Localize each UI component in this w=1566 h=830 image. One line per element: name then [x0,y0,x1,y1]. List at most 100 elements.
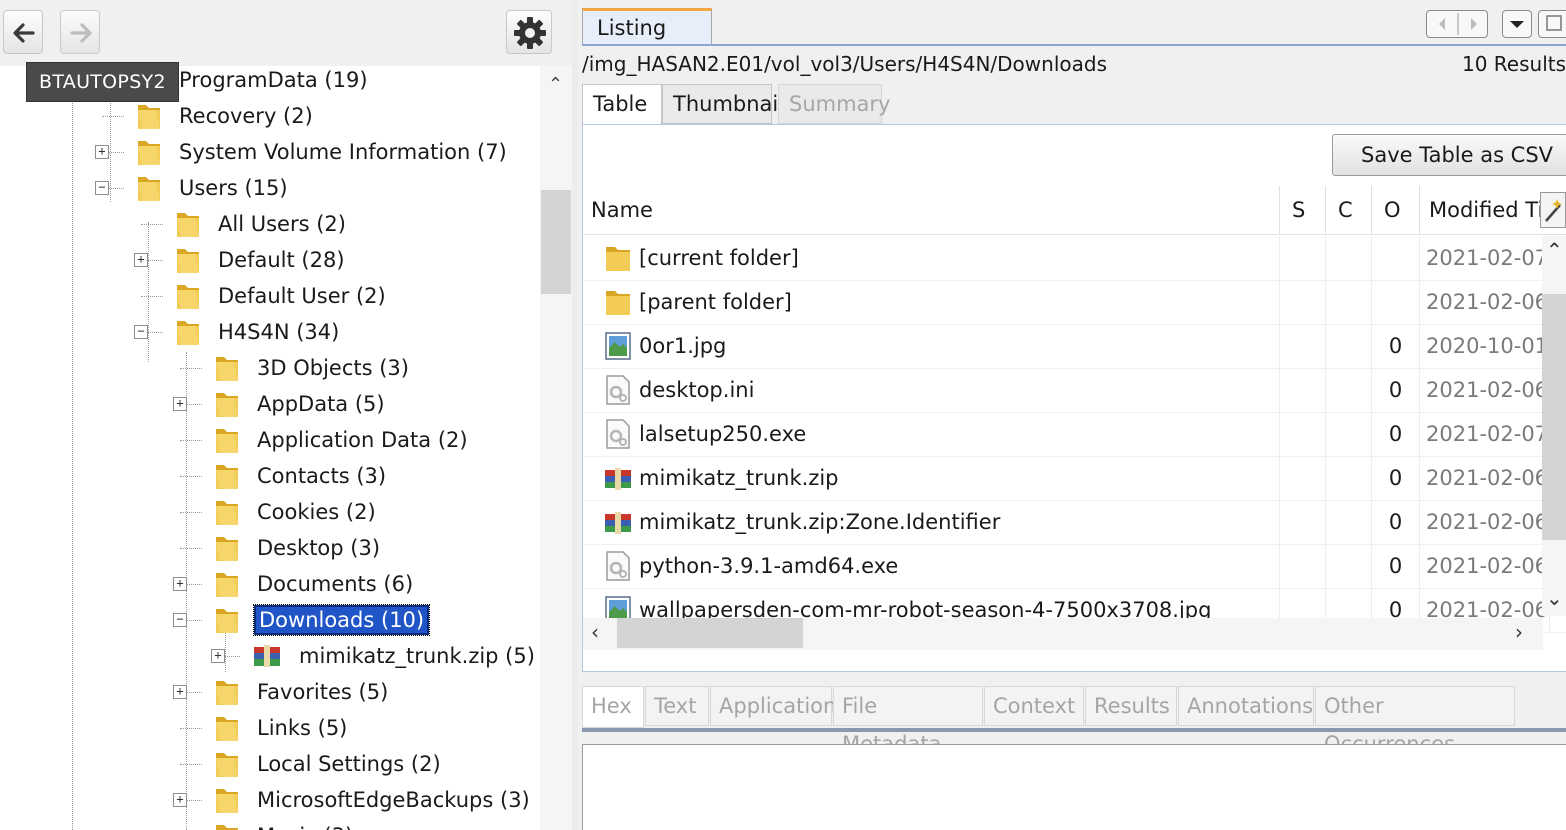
forward-button[interactable] [60,10,100,54]
expand-node-icon[interactable]: + [173,397,187,411]
column-header-c[interactable]: C [1326,186,1372,234]
expand-node-icon[interactable]: + [134,253,148,267]
collapse-node-icon[interactable]: − [173,613,187,627]
tab-results[interactable]: Results [1085,686,1177,726]
tree-node[interactable]: Users (15) [136,170,291,206]
tree-node[interactable]: Music (3) [214,818,356,830]
scroll-up-icon[interactable]: ⌃ [1546,238,1563,262]
back-button[interactable] [3,10,43,54]
scroll-left-icon[interactable]: ‹ [591,620,599,644]
tab-thumbnail[interactable]: Thumbnail [662,84,784,124]
cell-name: python-3.9.1-amd64.exe [583,544,1280,588]
tree-node-label: Downloads (10) [252,604,431,636]
tree-node[interactable]: Downloads (10) [214,602,431,638]
scroll-up-icon[interactable]: ⌃ [548,74,563,95]
tree-node[interactable]: MicrosoftEdgeBackups (3) [214,782,533,818]
folder-icon [214,425,240,455]
folder-icon [214,605,240,635]
tab-context[interactable]: Context [984,686,1084,726]
tree-scrollbar-thumb[interactable] [541,190,571,294]
tree-node[interactable]: Default User (2) [175,278,389,314]
settings-button[interactable] [506,10,552,54]
cell-modified-time: 2021-02-06 [1420,544,1550,588]
save-table-csv-button[interactable]: Save Table as CSV [1332,134,1566,176]
column-header-s[interactable]: S [1280,186,1326,234]
tree-node-label: All Users (2) [218,212,346,236]
collapse-node-icon[interactable]: − [134,325,148,339]
expand-node-icon[interactable]: + [173,793,187,807]
scroll-down-icon[interactable]: ⌄ [1546,586,1563,610]
scroll-right-icon[interactable]: › [1515,620,1523,644]
tree-node-label: AppData (5) [257,392,385,416]
table-horizontal-scrollbar[interactable]: ‹ › [583,618,1543,650]
tree-node[interactable]: Links (5) [214,710,350,746]
directory-tree[interactable]: ProgramData (19) Recovery (2) + System Volu… [0,62,540,830]
tab-text[interactable]: Text [645,686,709,726]
tab-file-metadata[interactable]: File Metadata [833,686,983,756]
expand-node-icon[interactable]: + [173,685,187,699]
table-row[interactable]: lalsetup250.exe 0 2021-02-07 [583,412,1566,457]
tree-node-label: Users (15) [179,176,288,200]
tree-scrollbar[interactable]: ⌃ [540,66,572,830]
tree-node[interactable]: Cookies (2) [214,494,379,530]
maximize-button[interactable] [1538,10,1566,38]
cell-s [1280,368,1326,412]
tab-summary[interactable]: Summary [778,84,890,124]
tab-list-dropdown[interactable] [1502,10,1532,38]
cell-o: 0 [1372,500,1420,544]
cell-o: 0 [1372,368,1420,412]
expand-node-icon[interactable]: + [211,649,225,663]
table-row[interactable]: [parent folder] 2021-02-06 [583,280,1566,325]
tree-node[interactable]: System Volume Information (7) [136,134,510,170]
tree-node[interactable]: Recovery (2) [136,98,316,134]
table-row[interactable]: [current folder] 2021-02-07 [583,236,1566,281]
tree-node[interactable]: 3D Objects (3) [214,350,412,386]
column-header-modified-time[interactable]: Modified Time [1420,186,1550,234]
tree-node[interactable]: mimikatz_trunk.zip (5) [252,638,538,674]
tab-other-occurrences[interactable]: Other Occurrences [1315,686,1515,756]
tree-node[interactable]: Documents (6) [214,566,416,602]
column-header-name[interactable]: Name [583,186,1280,234]
table-row[interactable]: mimikatz_trunk.zip 0 2021-02-06 [583,456,1566,501]
tab-application[interactable]: Application [710,686,836,726]
expand-node-icon[interactable]: + [173,577,187,591]
tree-node[interactable]: Favorites (5) [214,674,391,710]
table-vertical-scrollbar[interactable]: ⌃ ⌄ [1542,236,1566,616]
cell-c [1326,412,1372,456]
column-chooser-button[interactable] [1540,192,1566,228]
cell-o [1372,280,1420,324]
table-row[interactable]: desktop.ini 0 2021-02-06 [583,368,1566,413]
tab-hex[interactable]: Hex [582,686,644,728]
tree-node[interactable]: AppData (5) [214,386,388,422]
arrow-left-icon [13,23,35,43]
cell-name: desktop.ini [583,368,1280,412]
tree-node-label: Music (3) [254,823,356,830]
tree-node[interactable]: Local Settings (2) [214,746,444,782]
table-horizontal-scrollbar-thumb[interactable] [617,618,803,648]
column-header-o[interactable]: O [1372,186,1420,234]
tree-node-label: MicrosoftEdgeBackups (3) [257,788,530,812]
cell-c [1326,236,1372,280]
tab-table[interactable]: Table [582,84,662,126]
expand-node-icon[interactable]: + [95,145,109,159]
tree-node-label: Documents (6) [257,572,414,596]
tree-node[interactable]: H4S4N (34) [175,314,342,350]
table-vertical-scrollbar-thumb[interactable] [1542,294,1566,540]
tab-annotations[interactable]: Annotations [1178,686,1314,726]
cell-s [1280,324,1326,368]
tree-node[interactable]: All Users (2) [175,206,349,242]
tree-node[interactable]: Application Data (2) [214,422,471,458]
cell-o [1372,236,1420,280]
tree-node[interactable]: Default (28) [175,242,348,278]
tree-node[interactable]: Desktop (3) [214,530,383,566]
table-row[interactable]: 0or1.jpg 0 2020-10-01 [583,324,1566,369]
tree-node[interactable]: Contacts (3) [214,458,389,494]
table-row[interactable]: python-3.9.1-amd64.exe 0 2021-02-06 [583,544,1566,589]
file-name: lalsetup250.exe [639,422,807,446]
collapse-node-icon[interactable]: − [95,181,109,195]
table-row[interactable]: mimikatz_trunk.zip:Zone.Identifier 0 2021-… [583,500,1566,545]
cell-s [1280,412,1326,456]
file-name: mimikatz_trunk.zip:Zone.Identifier [639,510,1001,534]
tab-nav-buttons[interactable] [1426,10,1488,38]
tab-listing[interactable]: Listing [582,8,712,46]
